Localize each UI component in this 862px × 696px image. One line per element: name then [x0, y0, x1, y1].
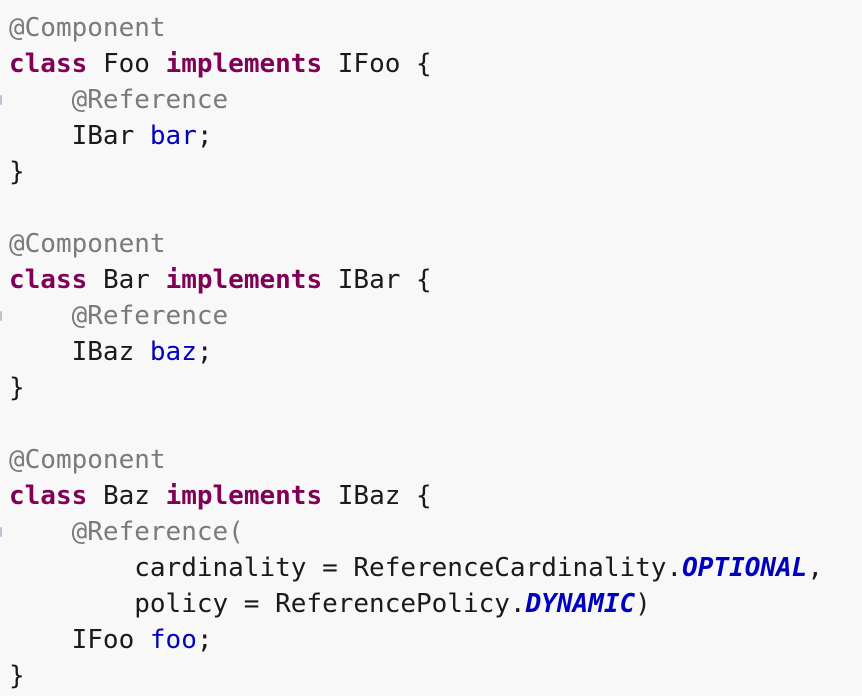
class-keyword: class: [9, 265, 88, 295]
gutter-marker-icon: [0, 95, 2, 105]
open-brace: {: [416, 49, 432, 79]
code-line: IBaz baz;: [9, 334, 213, 370]
component-annotation: @Component: [9, 445, 166, 475]
policy-param: policy = ReferencePolicy.: [134, 589, 526, 619]
code-line: @Reference(: [9, 514, 244, 550]
gutter-marker-icon: [0, 311, 2, 321]
code-line: }: [9, 154, 25, 190]
semicolon: ;: [196, 121, 213, 151]
close-brace: }: [9, 661, 25, 691]
cardinality-param: cardinality = ReferenceCardinality.: [134, 553, 683, 583]
class-name: Baz: [102, 481, 150, 511]
code-line: @Reference: [9, 298, 229, 334]
code-line: class Baz implements IBaz {: [9, 478, 432, 514]
class-keyword: class: [9, 481, 88, 511]
class-name: Bar: [102, 265, 150, 295]
close-paren: ): [635, 589, 651, 619]
code-line: @Component: [9, 10, 166, 46]
code-line: }: [9, 658, 25, 694]
close-brace: }: [9, 157, 25, 187]
field-type: IBaz: [71, 337, 135, 367]
code-line: cardinality = ReferenceCardinality.OPTIO…: [9, 550, 823, 586]
class-keyword: class: [9, 49, 88, 79]
interface-name: IFoo: [337, 49, 401, 79]
field-type: IFoo: [71, 625, 135, 655]
interface-name: IBar: [337, 265, 401, 295]
field-name: bar: [149, 121, 197, 151]
code-line: policy = ReferencePolicy.DYNAMIC): [9, 586, 651, 622]
implements-keyword: implements: [165, 49, 323, 79]
implements-keyword: implements: [165, 265, 323, 295]
code-line: @Component: [9, 442, 166, 478]
component-annotation: @Component: [9, 229, 166, 259]
comma: ,: [807, 553, 823, 583]
gutter-marker-icon: [0, 527, 2, 537]
semicolon: ;: [196, 337, 213, 367]
interface-name: IBaz: [337, 481, 401, 511]
field-name: baz: [149, 337, 197, 367]
code-line: IFoo foo;: [9, 622, 213, 658]
close-brace: }: [9, 373, 25, 403]
optional-constant: OPTIONAL: [682, 553, 808, 583]
field-name: foo: [149, 625, 197, 655]
semicolon: ;: [196, 625, 213, 655]
open-brace: {: [416, 481, 432, 511]
class-name: Foo: [102, 49, 150, 79]
field-type: IBar: [71, 121, 135, 151]
dynamic-constant: DYNAMIC: [525, 589, 636, 619]
open-brace: {: [416, 265, 432, 295]
reference-annotation: @Reference: [71, 301, 229, 331]
code-line: class Foo implements IFoo {: [9, 46, 432, 82]
code-editor[interactable]: @Component class Foo implements IFoo { @…: [0, 0, 862, 696]
code-line: IBar bar;: [9, 118, 213, 154]
code-line: }: [9, 370, 25, 406]
code-line: @Component: [9, 226, 166, 262]
implements-keyword: implements: [165, 481, 323, 511]
reference-annotation: @Reference: [71, 85, 229, 115]
component-annotation: @Component: [9, 13, 166, 43]
code-line: @Reference: [9, 82, 229, 118]
reference-annotation: @Reference(: [71, 517, 244, 547]
code-line: class Bar implements IBar {: [9, 262, 432, 298]
